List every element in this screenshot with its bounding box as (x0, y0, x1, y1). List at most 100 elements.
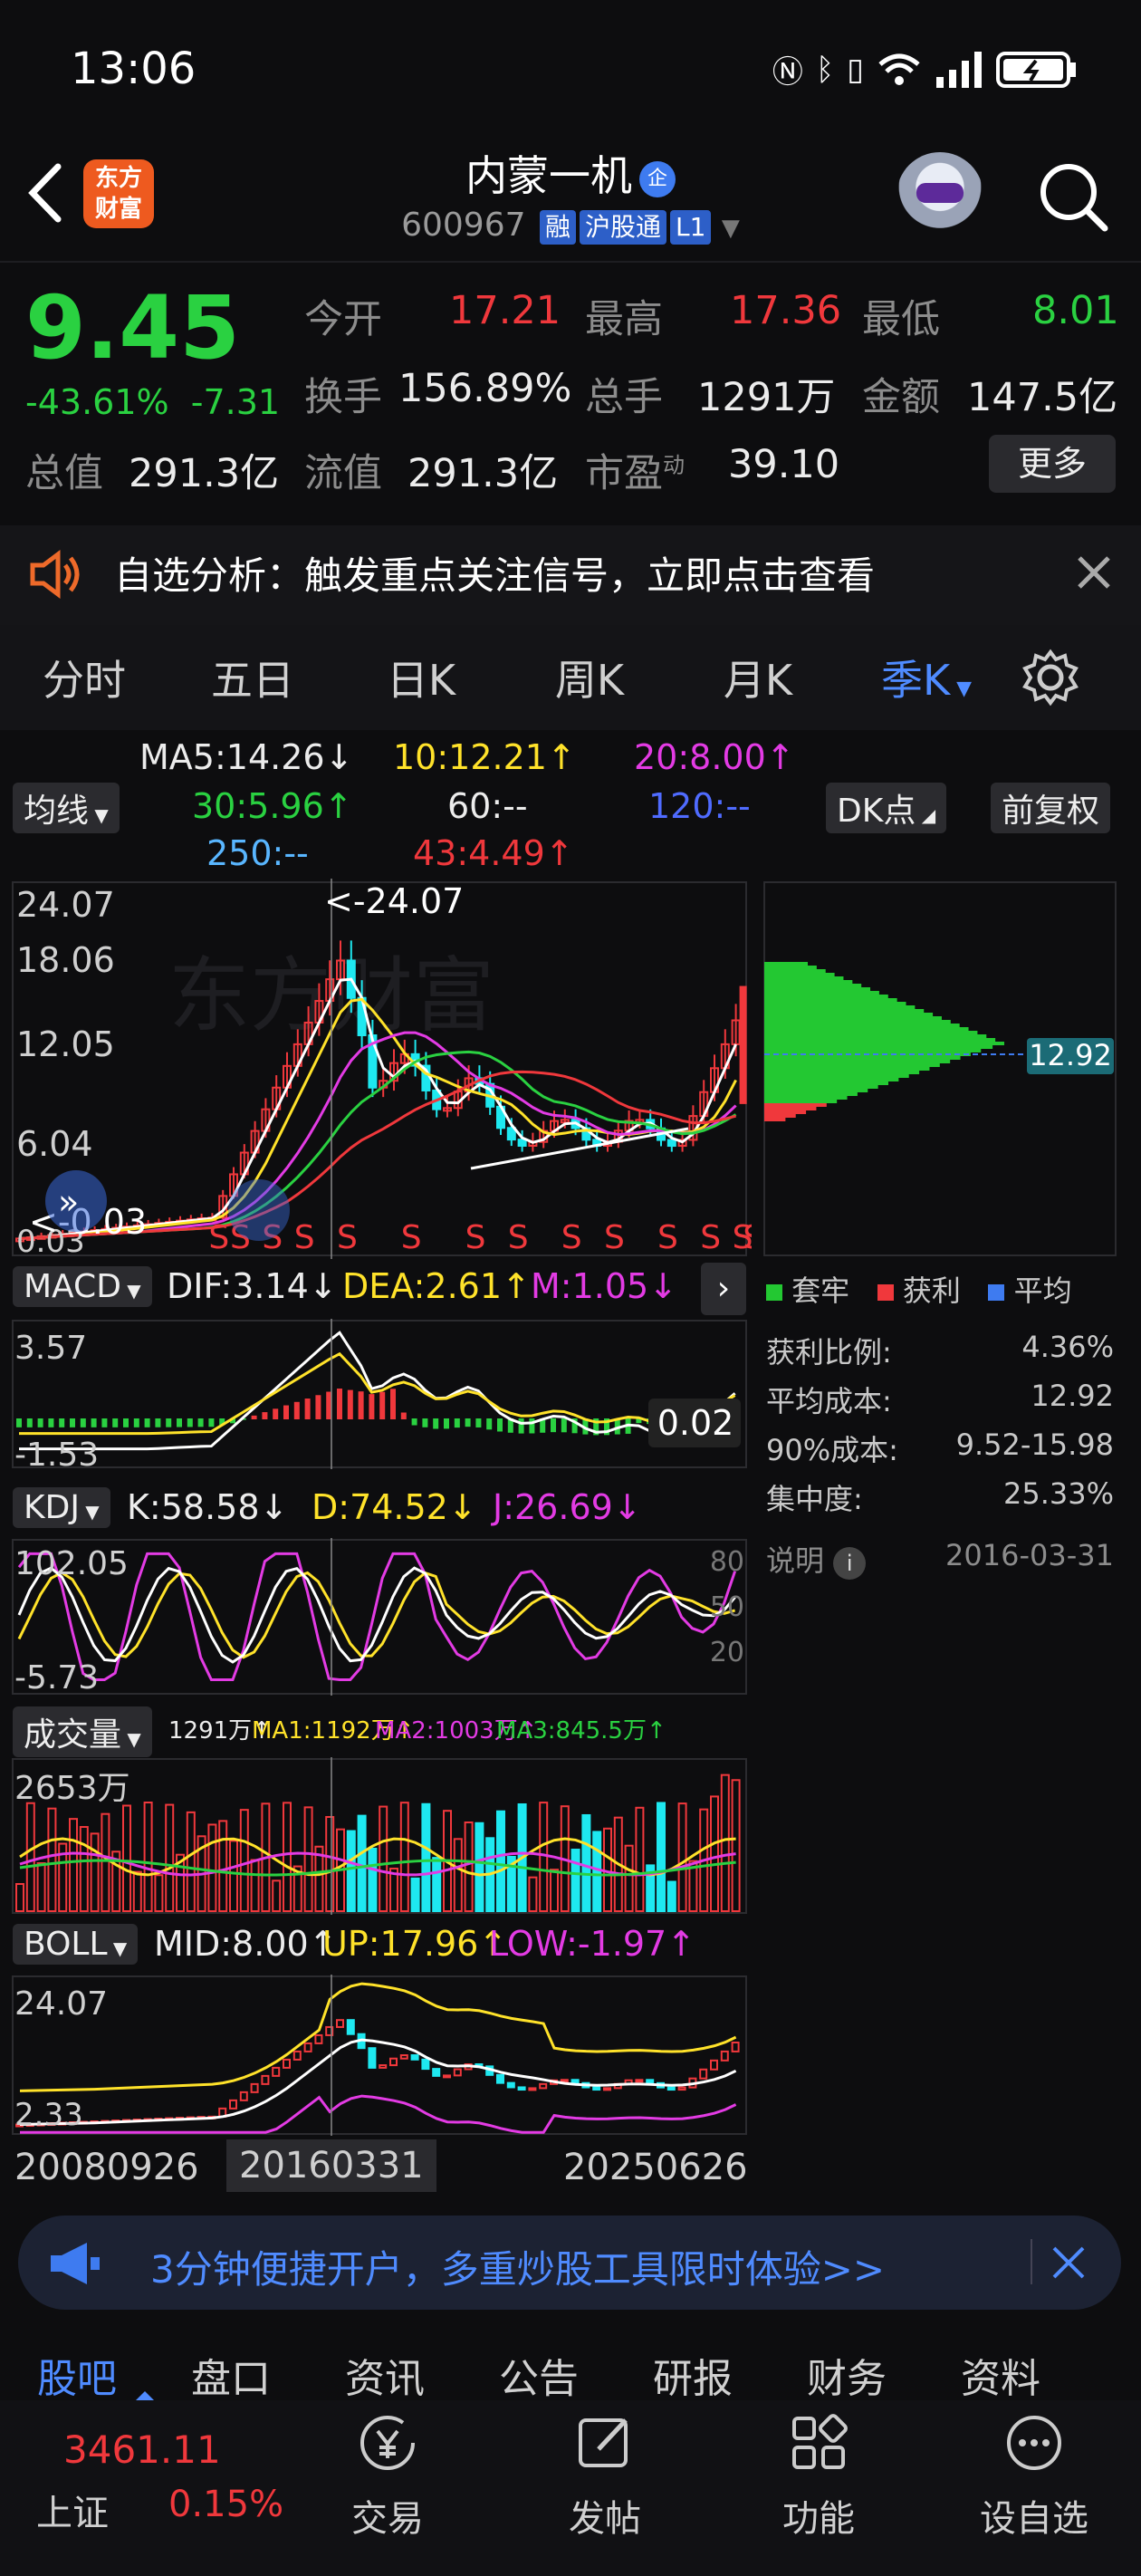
nav-post[interactable]: 发帖 (532, 2411, 677, 2542)
tab-research[interactable]: 研报 (616, 2346, 770, 2404)
kline-chart[interactable]: 东方财富 24.07 18.06 12.05 6.04 0.03 <-24.07… (0, 879, 752, 1259)
volume-value: 1291万 (697, 375, 836, 420)
ad-close-icon[interactable] (1050, 2244, 1087, 2281)
tab-five-day[interactable]: 五日 (168, 648, 337, 707)
chip-bar (764, 1096, 848, 1100)
volume-bar (207, 1823, 217, 1912)
boll-chart[interactable]: 24.07 2.33 (0, 1975, 752, 2136)
nav-functions[interactable]: 功能 (746, 2411, 891, 2542)
kline-y-12: 12.05 (16, 1024, 115, 1064)
close-notice-icon[interactable] (1074, 553, 1114, 592)
chip-bar (764, 1114, 796, 1118)
stock-name: 内蒙一机 (465, 151, 632, 200)
macd-selector[interactable]: MACD ▼ (13, 1266, 152, 1307)
macd-bar (144, 1418, 150, 1427)
chip-bar (764, 1081, 888, 1085)
chip-value: 4.36% (1021, 1330, 1114, 1364)
boll-selector-label: BOLL (24, 1926, 108, 1963)
legend-avg-swatch (988, 1284, 1005, 1301)
chart-settings-gear-icon[interactable] (1021, 649, 1079, 706)
avg-cost-tag-text: 12.92 (1029, 1038, 1112, 1072)
chip-date: 2016-03-31 (945, 1538, 1114, 1572)
battery-icon (996, 51, 1076, 88)
index-percent: 0.15% (168, 2484, 284, 2525)
tag-level: L1 (670, 210, 712, 245)
tab-announcement[interactable]: 公告 (462, 2346, 616, 2404)
chip-bar (764, 1074, 909, 1078)
tab-intraday[interactable]: 分时 (0, 648, 168, 707)
volume-bar (410, 1877, 420, 1912)
volume-bar (218, 1820, 228, 1912)
tab-monthly-k[interactable]: 月K (674, 648, 842, 707)
adjust-button[interactable]: 前复权 (991, 783, 1111, 833)
chip-legend: 套牢 获利 平均 (766, 1268, 1072, 1310)
dk-corner-icon: ◢ (916, 804, 936, 826)
tab-quarterly-k[interactable]: 季K ▼ (842, 648, 1011, 707)
search-icon[interactable] (1032, 156, 1114, 237)
change-value: -7.31 (190, 382, 281, 422)
boll-low: LOW:-1.97↑ (489, 1924, 696, 1964)
kdj-selector[interactable]: KDJ ▼ (13, 1487, 110, 1528)
chip-note-button[interactable]: 说明 i (766, 1538, 867, 1580)
volume-bar (368, 1847, 378, 1912)
kdj-j: J:26.69↓ (493, 1487, 642, 1527)
boll-dropdown-icon: ▼ (107, 1937, 128, 1959)
chip-bar (764, 1092, 858, 1096)
more-button[interactable]: 更多 (989, 435, 1116, 493)
notice-text: 自选分析：触发重点关注信号，立即点击查看 (114, 553, 876, 598)
chip-bar (764, 1009, 925, 1013)
chip-note-label: 说明 (766, 1543, 825, 1578)
volume-bar (101, 1812, 110, 1912)
tab-finance[interactable]: 财务 (770, 2346, 924, 2404)
chip-value: 25.33% (1002, 1476, 1114, 1511)
chip-bar (764, 1002, 906, 1005)
tab-profile[interactable]: 资料 (924, 2346, 1078, 2404)
amount-label: 金额 (862, 375, 940, 420)
volume-bar (421, 1802, 431, 1912)
nav-set-watchlist[interactable]: 设自选 (962, 2411, 1107, 2542)
price-change: -43.61% -7.31 (25, 382, 280, 422)
ma-selector[interactable]: 均线 ▼ (13, 783, 120, 833)
more-circle-icon (1007, 2416, 1061, 2470)
change-percent: -43.61% (25, 382, 169, 422)
index-value[interactable]: 3461.11 (63, 2427, 221, 2472)
kdj-chart[interactable]: 102.05 -5.73 80 50 20 (0, 1538, 752, 1696)
nav-trade[interactable]: 交易 (315, 2411, 460, 2542)
chip-bar (764, 1078, 899, 1081)
chip-bar (764, 1031, 978, 1034)
macd-bar (26, 1418, 33, 1427)
volume-bar (90, 1832, 100, 1912)
sell-signal-mark: S (508, 1219, 529, 1256)
volume-chart[interactable]: 2653万 (0, 1757, 752, 1915)
volume-bar (475, 1821, 484, 1912)
volume-selector[interactable]: 成交量 ▼ (13, 1706, 152, 1757)
ma250-value: 250:-- (206, 833, 309, 873)
macd-chart[interactable]: 3.57 -1.53 0.02 (0, 1319, 752, 1469)
boll-selector[interactable]: BOLL ▼ (13, 1924, 139, 1965)
macd-bar (444, 1418, 449, 1429)
volume-bar (550, 1869, 559, 1912)
chip-bar (764, 1024, 960, 1027)
tab-daily-k[interactable]: 日K (337, 648, 505, 707)
pe-value: 39.10 (728, 442, 840, 487)
sell-signal-mark: S (561, 1219, 582, 1256)
ma30-value: 30:5.96↑ (192, 786, 353, 826)
macd-bar (411, 1418, 417, 1426)
tab-weekly-k[interactable]: 周K (505, 648, 674, 707)
boll-candle (453, 2068, 462, 2077)
expand-right-icon[interactable]: › (701, 1263, 746, 1315)
volume-bar (272, 1879, 282, 1912)
sell-signal-mark: S (465, 1219, 486, 1256)
macd-bar (177, 1418, 182, 1427)
tab-guba[interactable]: 股吧 (0, 2346, 154, 2404)
boll-candle (677, 2086, 686, 2091)
dk-point-button[interactable]: DK点 ◢ (826, 783, 947, 833)
volume-bar (303, 1806, 313, 1912)
assistant-robot-icon[interactable] (896, 152, 983, 239)
volume-bar (666, 1880, 676, 1912)
tab-pankou[interactable]: 盘口 (154, 2346, 308, 2404)
tab-news[interactable]: 资讯 (308, 2346, 462, 2404)
boll-candle (592, 2086, 601, 2091)
chip-bar (764, 1103, 827, 1107)
boll-candle (432, 2068, 441, 2077)
